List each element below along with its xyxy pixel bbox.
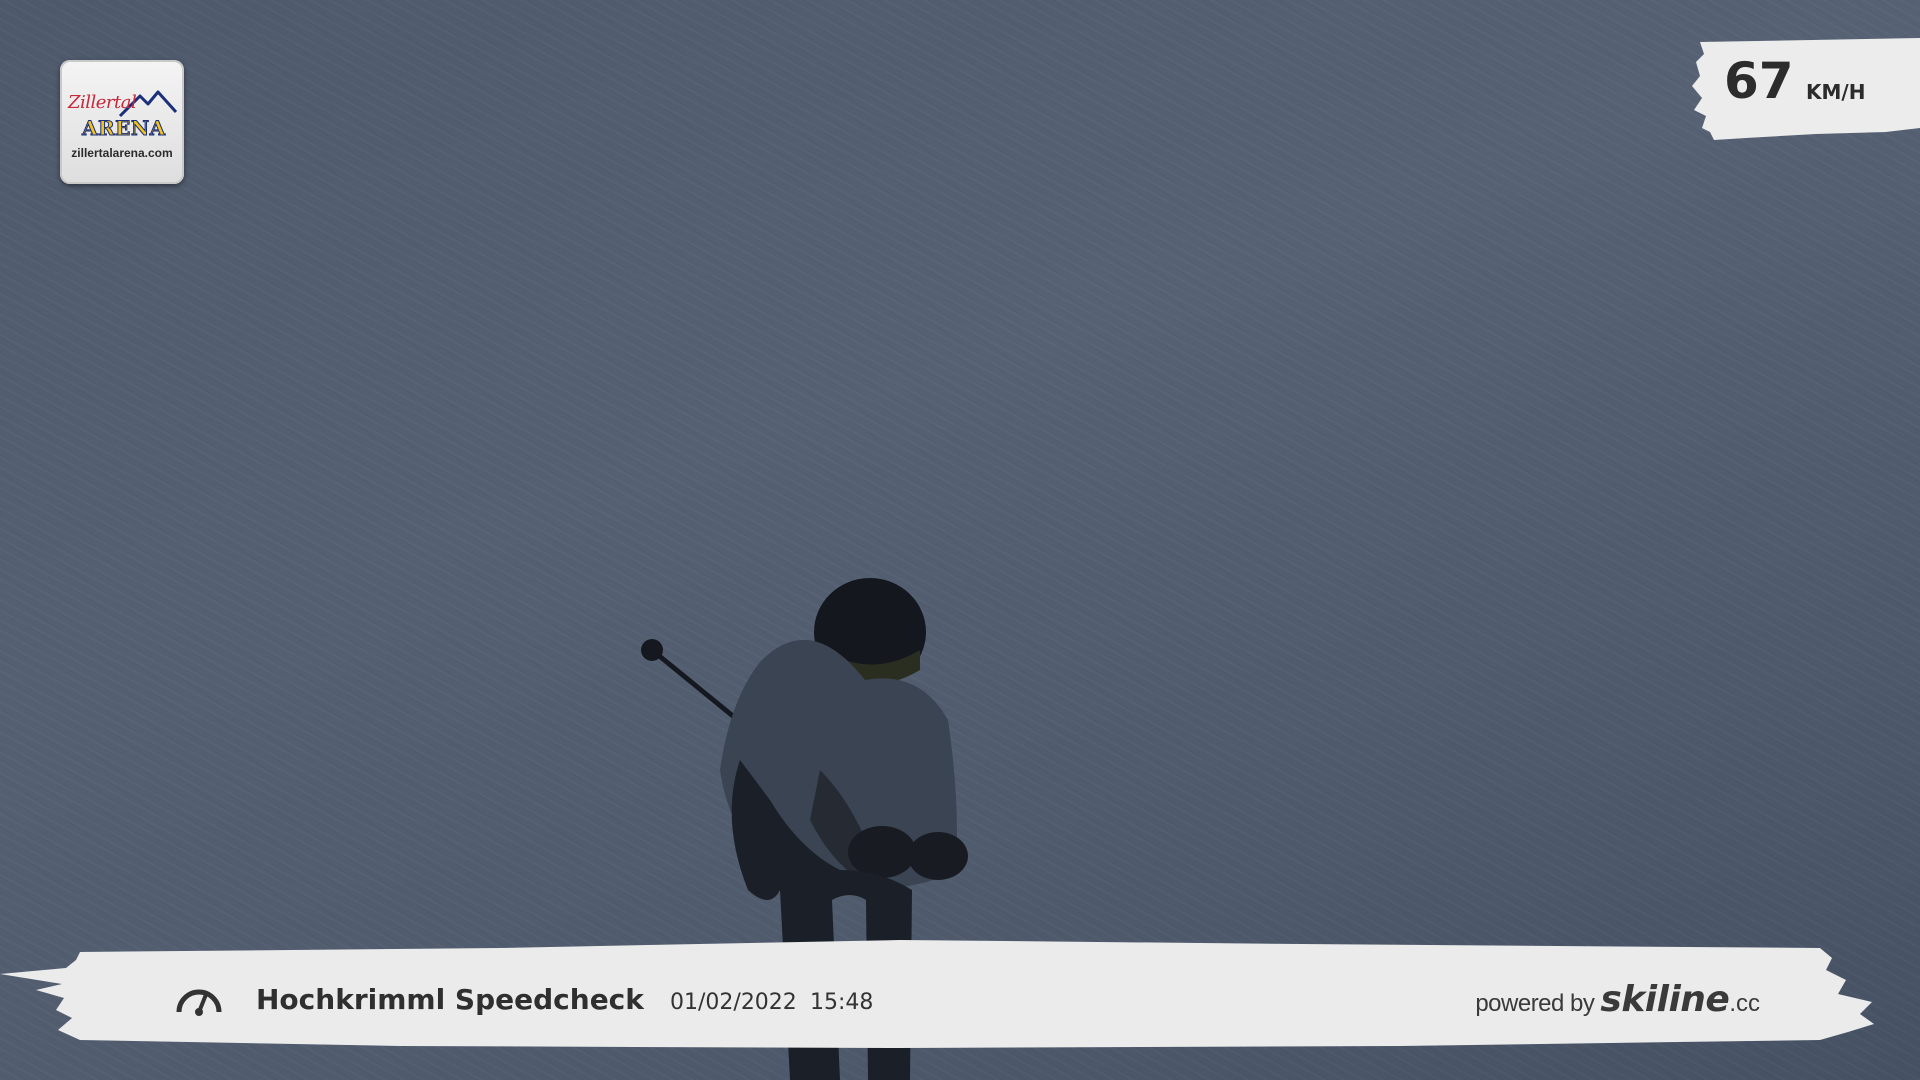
logo-url: zillertalarena.com [71, 146, 173, 160]
logo-arena-text: ARENA [82, 116, 166, 141]
speed-value: 67 [1724, 52, 1794, 110]
speedometer-icon [176, 989, 222, 1016]
logo-script-text: Zillertal [68, 92, 137, 113]
video-frame: Zillertal ARENA zillertalarena.com 67 KM… [0, 0, 1920, 1080]
powered-by-label: powered by [1475, 990, 1595, 1017]
skiline-tld: .cc [1729, 990, 1760, 1017]
zillertal-arena-logo: Zillertal ARENA zillertalarena.com [60, 60, 184, 184]
speed-badge-background [1692, 38, 1920, 140]
speedcheck-banner: Hochkrimml Speedcheck 01/02/2022 15:48 p… [0, 918, 1920, 1058]
powered-by-skiline: powered by skiline.cc [1475, 982, 1760, 1018]
speed-badge: 67 KM/H [1686, 36, 1920, 140]
time-text: 15:48 [810, 990, 874, 1015]
location-title: Hochkrimml Speedcheck [256, 983, 644, 1016]
speed-unit: KM/H [1806, 80, 1866, 104]
skiline-brand: skiline [1600, 979, 1730, 1020]
date-text: 01/02/2022 [670, 990, 797, 1015]
